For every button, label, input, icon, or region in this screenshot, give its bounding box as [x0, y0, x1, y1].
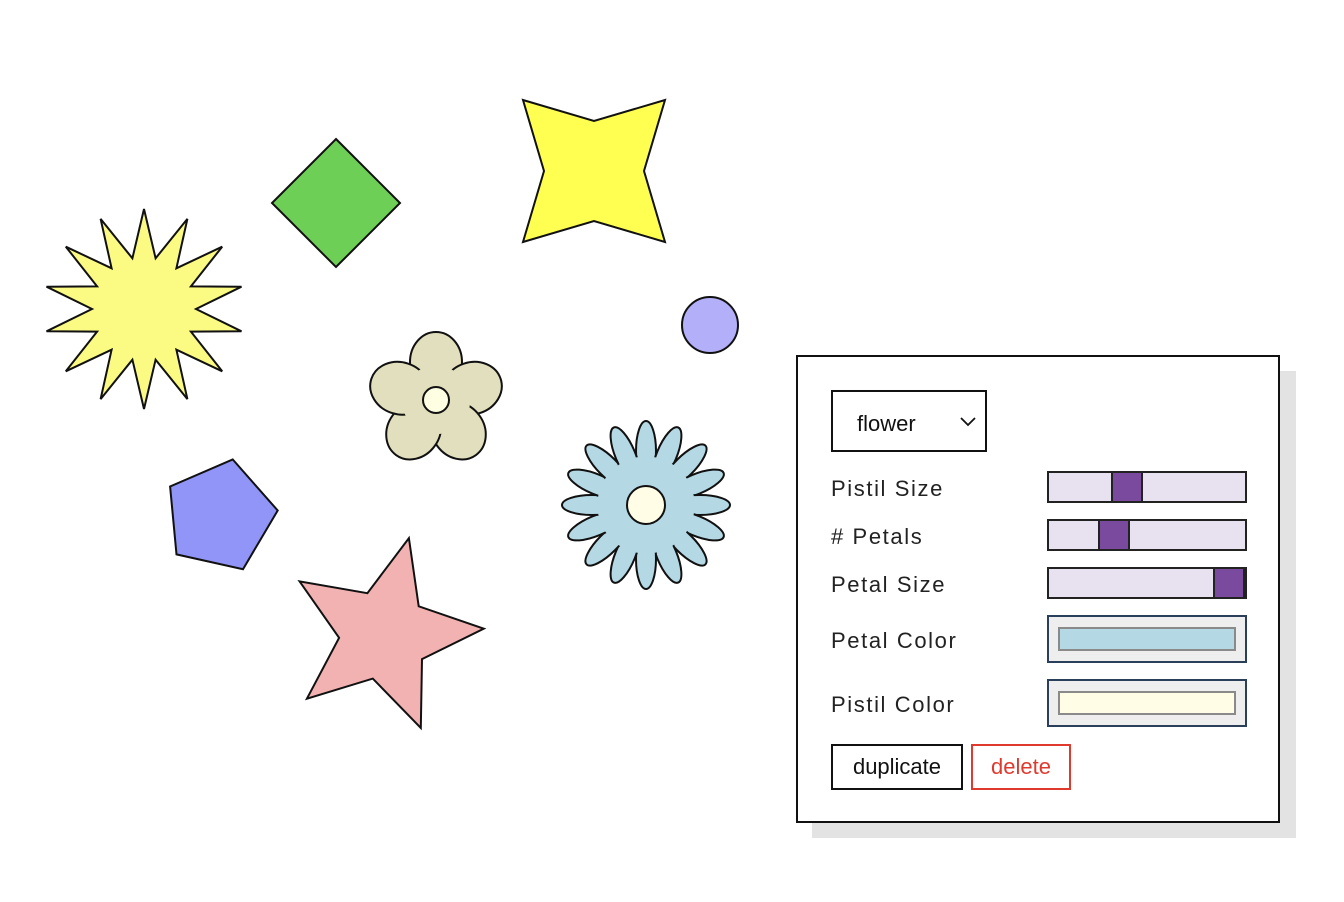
- petal-size-slider[interactable]: [1047, 567, 1247, 599]
- petal-count-slider[interactable]: [1047, 519, 1247, 551]
- circle-shape[interactable]: [681, 296, 739, 354]
- flower-blue-pistil[interactable]: [626, 485, 666, 525]
- shape-type-select[interactable]: flower: [831, 390, 987, 452]
- petal-count-slider-thumb[interactable]: [1098, 521, 1130, 549]
- pistil-size-slider-thumb[interactable]: [1111, 473, 1143, 501]
- petal-size-label: Petal Size: [831, 572, 947, 597]
- pistil-color-label: Pistil Color: [831, 692, 956, 717]
- pistil-color-swatch: [1058, 691, 1236, 715]
- pistil-size-label: Pistil Size: [831, 476, 944, 501]
- petal-color-picker[interactable]: [1047, 615, 1247, 663]
- petal-count-label: # Petals: [831, 524, 924, 549]
- duplicate-button[interactable]: duplicate: [831, 744, 963, 790]
- pentagon-shape[interactable]: [169, 458, 279, 571]
- petal-color-label: Petal Color: [831, 628, 958, 653]
- star-shape[interactable]: [297, 535, 487, 731]
- shape-properties-panel: flower Pistil Size # Petals Petal Size P…: [796, 355, 1280, 823]
- flower-shape-beige[interactable]: [363, 331, 508, 470]
- flower-beige-pistil[interactable]: [422, 386, 450, 414]
- starburst-shape[interactable]: [46, 208, 242, 410]
- delete-button[interactable]: delete: [971, 744, 1071, 790]
- pistil-color-picker[interactable]: [1047, 679, 1247, 727]
- diamond-shape[interactable]: [270, 137, 402, 269]
- shape-type-value: flower: [857, 411, 916, 436]
- flower-shape-blue[interactable]: [561, 420, 731, 590]
- chevron-down-icon: [960, 417, 976, 427]
- four-point-star-shape[interactable]: [521, 98, 667, 244]
- petal-size-slider-thumb[interactable]: [1213, 569, 1245, 597]
- petal-color-swatch: [1058, 627, 1236, 651]
- pistil-size-slider[interactable]: [1047, 471, 1247, 503]
